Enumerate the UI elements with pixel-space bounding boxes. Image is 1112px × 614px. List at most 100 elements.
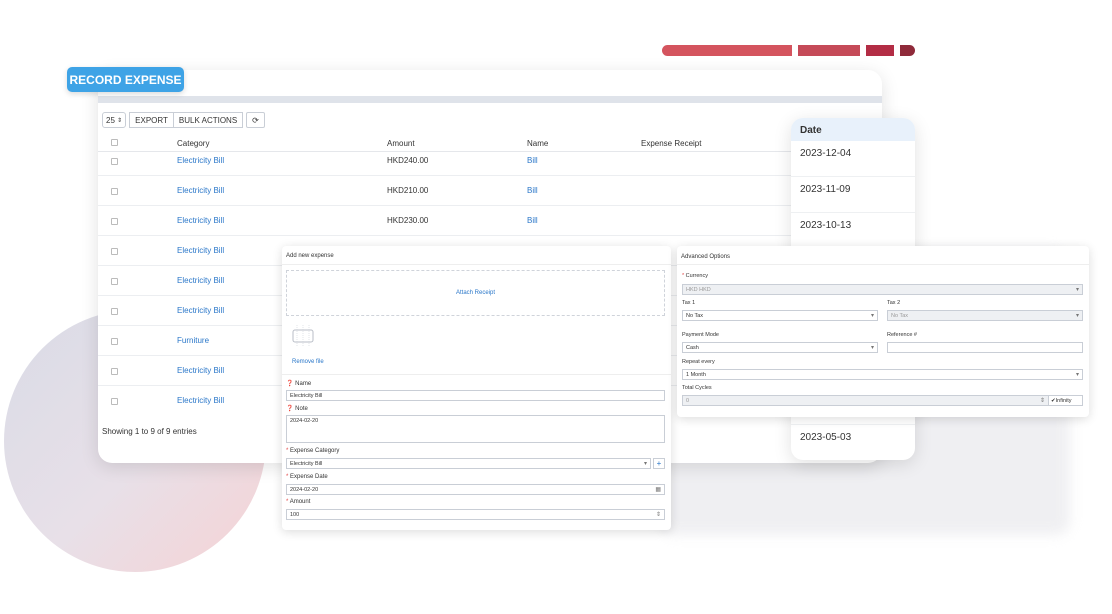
- row-name[interactable]: Bill: [527, 216, 538, 225]
- row-category[interactable]: Electricity Bill: [177, 186, 224, 195]
- stepper-icon: ⇕: [1039, 398, 1045, 404]
- amount-label: * Amount: [286, 499, 311, 505]
- total-cycles-field[interactable]: 0 ⇕: [682, 395, 1049, 406]
- row-checkbox[interactable]: [111, 158, 118, 165]
- row-category[interactable]: Electricity Bill: [177, 276, 224, 285]
- chevron-down-icon: ▾: [870, 313, 874, 319]
- amount-field[interactable]: 100 ⇕: [286, 509, 665, 520]
- file-preview-icon: [292, 325, 314, 347]
- row-checkbox[interactable]: [111, 218, 118, 225]
- chevron-down-icon: ▾: [643, 461, 647, 467]
- row-amount: HKD240.00: [387, 156, 429, 165]
- date-item: 2023-12-04: [791, 141, 915, 177]
- row-amount: HKD230.00: [387, 216, 429, 225]
- row-category[interactable]: Electricity Bill: [177, 156, 224, 165]
- currency-select[interactable]: HKD HKD ▾: [682, 284, 1083, 295]
- row-name[interactable]: Bill: [527, 156, 538, 165]
- row-checkbox[interactable]: [111, 398, 118, 405]
- currency-value: HKD HKD: [686, 287, 711, 293]
- expense-date-value: 2024-02-20: [290, 487, 319, 493]
- row-checkbox[interactable]: [111, 278, 118, 285]
- accent-bar-3: [866, 45, 894, 56]
- infinity-toggle[interactable]: ✔Infinity: [1048, 395, 1083, 406]
- chevron-down-icon: ▾: [1075, 287, 1079, 293]
- note-field[interactable]: 2024-02-20: [286, 415, 665, 443]
- table-toolbar: 25 ⇕ EXPORT BULK ACTIONS ⟳: [102, 112, 265, 128]
- category-label-text: Expense Category: [290, 448, 340, 454]
- payment-mode-label: Payment Mode: [682, 332, 719, 338]
- row-checkbox[interactable]: [111, 368, 118, 375]
- form-divider: [282, 374, 671, 375]
- chevron-down-icon: ▾: [870, 345, 874, 351]
- form-title: Add new expense: [282, 246, 671, 265]
- attach-receipt-dropzone[interactable]: Attach Receipt: [286, 270, 665, 316]
- tax2-select[interactable]: No Tax ▾: [887, 310, 1083, 321]
- date-item: 2023-05-03: [791, 424, 915, 460]
- reference-field[interactable]: [887, 342, 1083, 353]
- currency-label-text: Currency: [685, 273, 708, 279]
- total-cycles-label: Total Cycles: [682, 385, 712, 391]
- row-checkbox[interactable]: [111, 338, 118, 345]
- row-category[interactable]: Electricity Bill: [177, 306, 224, 315]
- help-icon: ❓: [286, 406, 294, 412]
- payment-mode-value: Cash: [686, 345, 699, 351]
- currency-label: * Currency: [682, 273, 708, 279]
- advanced-options-panel: Advanced Options * Currency HKD HKD ▾ Tax…: [677, 246, 1089, 417]
- row-category[interactable]: Electricity Bill: [177, 246, 224, 255]
- row-category[interactable]: Electricity Bill: [177, 396, 224, 405]
- name-field[interactable]: Electricity Bill: [286, 390, 665, 401]
- tax1-select[interactable]: No Tax ▾: [682, 310, 878, 321]
- page-size-select[interactable]: 25 ⇕: [102, 112, 127, 128]
- page-size-value: 25: [106, 115, 115, 125]
- remove-file-link[interactable]: Remove file: [292, 359, 324, 365]
- amount-value: 100: [290, 512, 300, 518]
- date-label-text: Expense Date: [290, 474, 328, 480]
- tax1-value: No Tax: [686, 313, 704, 319]
- export-button[interactable]: EXPORT: [129, 112, 174, 128]
- row-category[interactable]: Electricity Bill: [177, 216, 224, 225]
- reference-label: Reference #: [887, 332, 917, 338]
- chevron-down-icon: ▾: [1075, 313, 1079, 319]
- table-row: Electricity Bill HKD210.00 Bill: [98, 176, 882, 206]
- row-amount: HKD210.00: [387, 186, 429, 195]
- repeat-select[interactable]: 1 Month ▾: [682, 369, 1083, 380]
- refresh-button[interactable]: ⟳: [246, 112, 265, 128]
- plus-icon: +: [656, 459, 662, 468]
- row-checkbox[interactable]: [111, 188, 118, 195]
- category-select[interactable]: Electricity Bill ▾: [286, 458, 651, 469]
- accent-bar-1: [662, 45, 792, 56]
- payment-mode-select[interactable]: Cash ▾: [682, 342, 878, 353]
- bulk-actions-button[interactable]: BULK ACTIONS: [173, 112, 244, 128]
- name-label: ❓ Name: [286, 380, 311, 387]
- accent-bar-2: [798, 45, 860, 56]
- category-value: Electricity Bill: [290, 461, 323, 467]
- stepper-icon: ⇕: [655, 512, 661, 518]
- entries-info: Showing 1 to 9 of 9 entries: [102, 427, 197, 436]
- table-row: Electricity Bill HKD230.00 Bill: [98, 206, 882, 236]
- add-category-button[interactable]: +: [653, 458, 665, 469]
- name-label-text: Name: [295, 381, 312, 387]
- row-category[interactable]: Furniture: [177, 336, 209, 345]
- select-all-checkbox[interactable]: [111, 139, 118, 146]
- tax1-label: Tax 1: [682, 300, 696, 306]
- date-label: * Expense Date: [286, 474, 328, 480]
- expense-date-field[interactable]: 2024-02-20 ▦: [286, 484, 665, 495]
- table-row: Electricity Bill HKD240.00 Bill: [98, 146, 882, 176]
- note-label: ❓ Note: [286, 405, 308, 412]
- date-item: 2023-11-09: [791, 177, 915, 213]
- row-category[interactable]: Electricity Bill: [177, 366, 224, 375]
- tax2-label: Tax 2: [887, 300, 901, 306]
- add-expense-form: Add new expense Attach Receipt Remove fi…: [282, 246, 671, 530]
- total-cycles-value: 0: [686, 398, 690, 404]
- updown-icon: ⇕: [117, 117, 123, 124]
- row-name[interactable]: Bill: [527, 186, 538, 195]
- row-checkbox[interactable]: [111, 248, 118, 255]
- record-expense-badge: RECORD EXPENSE: [67, 67, 184, 92]
- row-checkbox[interactable]: [111, 308, 118, 315]
- date-item: 2023-10-13: [791, 213, 915, 249]
- repeat-value: 1 Month: [686, 372, 706, 378]
- panel-top-strip: [98, 96, 882, 103]
- amount-label-text: Amount: [289, 499, 311, 505]
- calendar-icon: ▦: [655, 487, 661, 493]
- note-label-text: Note: [295, 406, 308, 412]
